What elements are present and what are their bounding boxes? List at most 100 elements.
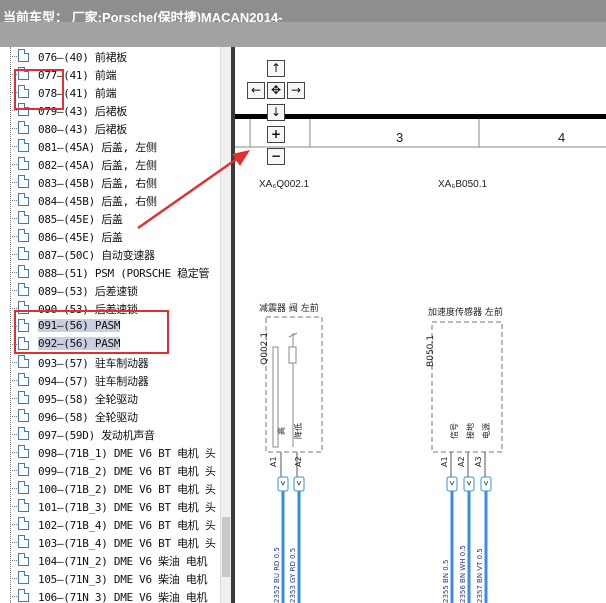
tree-item-label: 083—(45B) 后盖, 右侧: [38, 177, 157, 190]
ruler-top-bar: [235, 114, 606, 119]
wiring-diagram-view[interactable]: 3 4 XA₆Q002.1 XA₆B050.1 减震器 阀 左前 Q002.1 …: [235, 47, 606, 603]
tree-item-label: 081—(45A) 后盖, 左侧: [38, 141, 157, 154]
tree-item-label: 093—(57) 驻车制动器: [38, 357, 149, 370]
tree-item-label: 100—(71B_2) DME V6 BT 电机 头: [38, 483, 216, 496]
tree-item-label: 084—(45B) 后盖, 右侧: [38, 195, 157, 208]
tree-item[interactable]: 093—(57) 驻车制动器: [0, 353, 220, 371]
tree-item[interactable]: 104—(71N_2) DME V6 柴油 电机: [0, 551, 220, 569]
tree-item[interactable]: 098—(71B_1) DME V6 BT 电机 头: [0, 443, 220, 461]
tree-item[interactable]: 080—(43) 后裙板: [0, 119, 220, 137]
document-icon: [18, 265, 29, 278]
pan-right-button[interactable]: →: [287, 82, 305, 99]
pan-center-button[interactable]: ✥: [267, 82, 285, 99]
tree-item[interactable]: 101—(71B_3) DME V6 BT 电机 头: [0, 497, 220, 515]
tree-item-label: 088—(51) PSM (PORSCHE 稳定管: [38, 267, 210, 280]
tree-item[interactable]: 094—(57) 驻车制动器: [0, 371, 220, 389]
tree-item[interactable]: 081—(45A) 后盖, 左侧: [0, 137, 220, 155]
document-icon: [18, 571, 29, 584]
terminal-left-2: [293, 476, 305, 492]
connector-right-label: XA₆B050.1: [438, 179, 488, 190]
tree-item[interactable]: 102—(71B_4) DME V6 BT 电机 头: [0, 515, 220, 533]
document-icon: [18, 157, 29, 170]
document-icon: [18, 193, 29, 206]
wiring-diagram-canvas: 3 4 XA₆Q002.1 XA₆B050.1 减震器 阀 左前 Q002.1 …: [235, 114, 606, 603]
component-left-pin-a2: A2: [294, 456, 303, 467]
tree-item[interactable]: 084—(45B) 后盖, 右侧: [0, 191, 220, 209]
tree-item[interactable]: 088—(51) PSM (PORSCHE 稳定管: [0, 263, 220, 281]
document-icon: [18, 211, 29, 224]
component-right-pin-a3: A3: [474, 456, 483, 467]
terminal-right-3: [480, 476, 492, 492]
component-right-pin-label-b: 接地: [465, 423, 475, 439]
tree-item[interactable]: 099—(71B_2) DME V6 BT 电机 头: [0, 461, 220, 479]
tree-item[interactable]: 106—(71N_3) DME V6 柴油 电机: [0, 587, 220, 603]
document-icon: [18, 517, 29, 530]
terminal-left-1: [277, 476, 289, 492]
tree-item-label: 095—(58) 全轮驱动: [38, 393, 138, 406]
tree-item[interactable]: 087—(50C) 自动变速器: [0, 245, 220, 263]
wire-left-1-label: 2352 BU RD 0.5: [273, 547, 281, 603]
pan-down-button[interactable]: ↓: [267, 104, 285, 121]
pan-up-button[interactable]: ↑: [267, 60, 285, 77]
tree-item-label: 098—(71B_1) DME V6 BT 电机 头: [38, 447, 216, 460]
document-icon: [18, 175, 29, 188]
terminal-right-1: [446, 476, 458, 492]
tree-item-label: 094—(57) 驻车制动器: [38, 375, 149, 388]
document-icon: [18, 247, 29, 260]
document-icon: [18, 535, 29, 548]
document-icon: [18, 409, 29, 422]
tree-item-label: 086—(45E) 后盖: [38, 231, 123, 244]
document-icon: [18, 355, 29, 368]
tree-item[interactable]: 082—(45A) 后盖, 左侧: [0, 155, 220, 173]
component-left-pin-label-a: 高: [276, 427, 286, 435]
pasm-highlight-box: [14, 310, 169, 354]
tree-item[interactable]: 096—(58) 全轮驱动: [0, 407, 220, 425]
document-icon: [18, 229, 29, 242]
zoom-out-button[interactable]: −: [267, 148, 285, 165]
wire-right-1-label: 2355 BN 0.5: [442, 560, 450, 603]
pan-left-button[interactable]: ←: [247, 82, 265, 99]
tree-item-label: 105—(71N_3) DME V6 柴油 电机: [38, 573, 208, 586]
tree-scrollbar[interactable]: [220, 47, 231, 603]
zoom-in-button[interactable]: +: [267, 126, 285, 143]
component-right-pin-a2: A2: [457, 456, 466, 467]
document-icon: [18, 553, 29, 566]
tree-item[interactable]: 103—(71B_4) DME V6 BT 电机 头: [0, 533, 220, 551]
document-icon: [18, 283, 29, 296]
tree-item[interactable]: 076—(40) 前裙板: [0, 47, 220, 65]
tree-item[interactable]: 100—(71B_2) DME V6 BT 电机 头: [0, 479, 220, 497]
document-icon: [18, 121, 29, 134]
tree-item[interactable]: 085—(45E) 后盖: [0, 209, 220, 227]
tree-item-label: 096—(58) 全轮驱动: [38, 411, 138, 424]
title-bar-lower-strip: [0, 22, 606, 47]
document-icon: [18, 427, 29, 440]
wire-right-2-label: 2356 BN WH 0.5: [459, 545, 467, 603]
ruler-col-4: 4: [558, 130, 565, 145]
tree-item-label: 103—(71B_4) DME V6 BT 电机 头: [38, 537, 216, 550]
tree-item[interactable]: 089—(53) 后差速锁: [0, 281, 220, 299]
tree-item-label: 087—(50C) 自动变速器: [38, 249, 155, 262]
wire-right-3-label: 2357 BN VT 0.5: [476, 548, 484, 603]
wire-left-2-label: 2353 GY RD 0.5: [289, 548, 297, 603]
tree-item[interactable]: 083—(45B) 后盖, 右侧: [0, 173, 220, 191]
tree-item-label: 097—(59D) 发动机声音: [38, 429, 155, 442]
document-icon: [18, 463, 29, 476]
component-right-pin-label-a: 信号: [449, 423, 459, 439]
component-right-pin-label-c: 电源: [481, 423, 491, 439]
document-icon: [18, 139, 29, 152]
tree-item[interactable]: 095—(58) 全轮驱动: [0, 389, 220, 407]
tree-item-label: 106—(71N_3) DME V6 柴油 电机: [38, 591, 208, 603]
document-icon: [18, 373, 29, 386]
document-icon: [18, 391, 29, 404]
ruler-col-3: 3: [396, 130, 403, 145]
document-icon: [18, 499, 29, 512]
tree-scrollbar-thumb[interactable]: [222, 517, 230, 577]
tree-item[interactable]: 086—(45E) 后盖: [0, 227, 220, 245]
tree-item-label: 099—(71B_2) DME V6 BT 电机 头: [38, 465, 216, 478]
document-icon: [18, 589, 29, 602]
tree-item[interactable]: 105—(71N_3) DME V6 柴油 电机: [0, 569, 220, 587]
tree-item-label: 085—(45E) 后盖: [38, 213, 123, 226]
document-icon: [18, 445, 29, 458]
tree-item[interactable]: 097—(59D) 发动机声音: [0, 425, 220, 443]
document-icon: [18, 49, 29, 62]
